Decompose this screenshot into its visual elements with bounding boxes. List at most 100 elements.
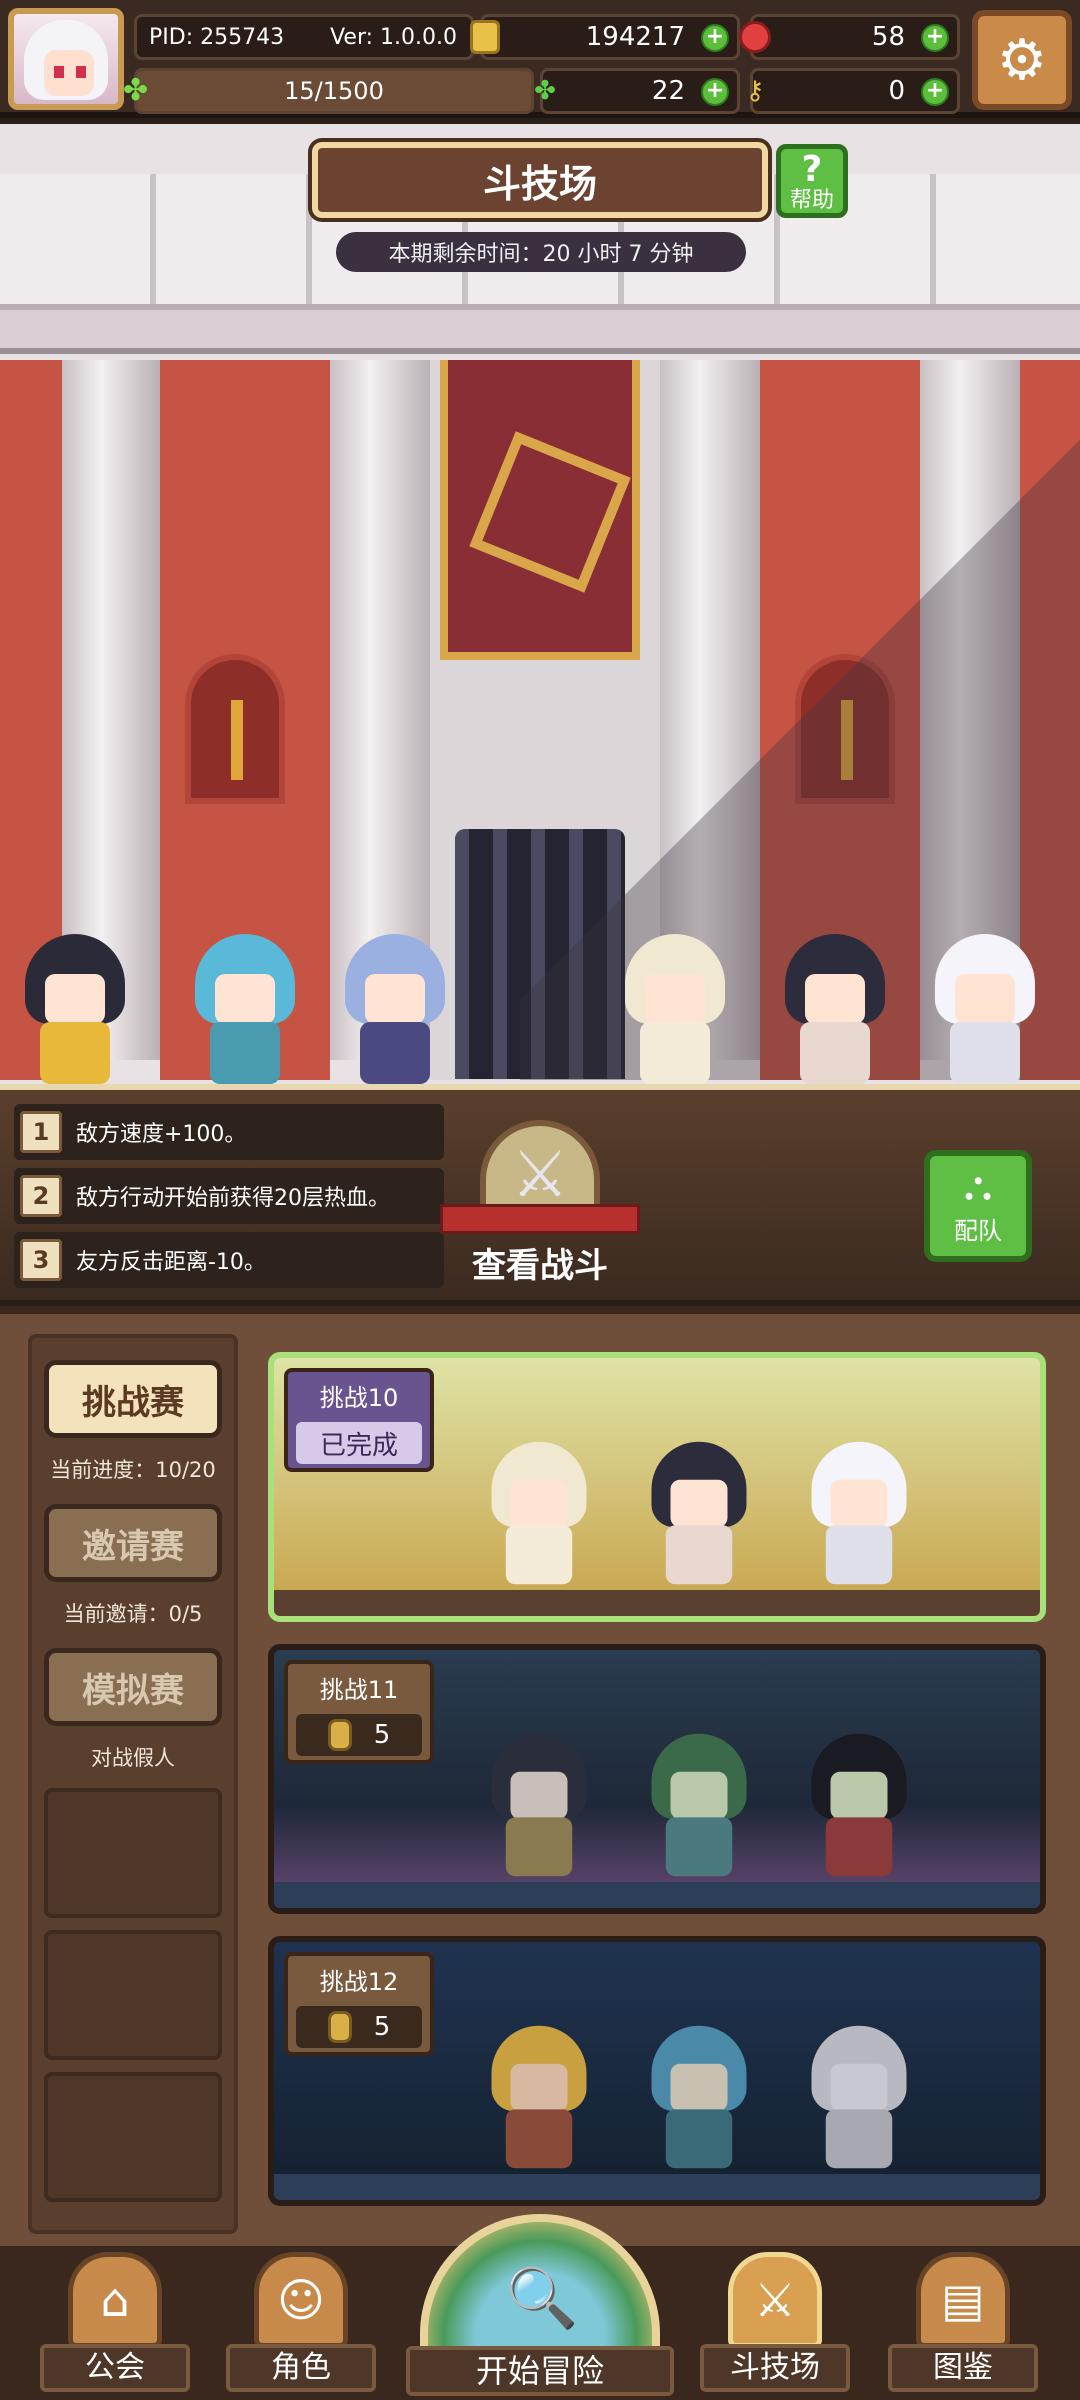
start-adventure-button[interactable]: 🔍 开始冒险	[406, 2214, 674, 2400]
enemy-dark-cat-warrior	[477, 1733, 601, 1877]
add-gem-button[interactable]: +	[921, 24, 949, 52]
avatar-eye-right	[76, 66, 86, 78]
team-setup-button[interactable]: ⛬ 配队	[924, 1150, 1032, 1262]
energy-value: 15/1500	[284, 77, 384, 105]
hero-body	[665, 2109, 733, 2169]
hero-body	[505, 2109, 573, 2169]
gold-value: 194217	[585, 22, 685, 52]
hero-mushroom-mage	[180, 934, 310, 1084]
nav-character[interactable]: ☺ 角色	[226, 2252, 376, 2396]
invitation-count: 当前邀请：0/5	[63, 1602, 203, 1626]
hero-face	[510, 1479, 568, 1528]
hero-body	[825, 1525, 893, 1585]
card-floor	[274, 1590, 1040, 1616]
empty-mode-slot	[44, 1788, 222, 1918]
add-gold-button[interactable]: +	[701, 24, 729, 52]
hero-face	[670, 2063, 728, 2112]
completed-badge: 已完成	[296, 1422, 422, 1464]
card-floor	[274, 2174, 1040, 2200]
help-label: 帮助	[789, 188, 834, 213]
hero-face	[45, 974, 105, 1024]
coin-icon	[467, 19, 503, 55]
enemy-golden-warrior	[477, 2025, 601, 2169]
clover-value: 22	[651, 76, 685, 106]
simulation-description: 对战假人	[91, 1746, 175, 1770]
settings-button[interactable]: ⚙	[972, 10, 1072, 110]
hero-body	[505, 1525, 573, 1585]
nav-codex-label: 图鉴	[888, 2344, 1038, 2392]
challenge-tag: 挑战12 5	[284, 1952, 434, 2056]
energy-bar[interactable]: ✤ 15/1500	[123, 68, 534, 114]
medal-icon	[327, 1719, 352, 1751]
top-status-bar: PID: 255743 Ver: 1.0.0.0 ✤ 15/1500 19421…	[0, 0, 1080, 118]
challenge-tag: 挑战11 5	[284, 1660, 434, 1764]
challenge-card-11[interactable]: 挑战11 5	[268, 1644, 1046, 1914]
crossed-swords-icon: ⚔	[728, 2252, 822, 2348]
start-adventure-label: 开始冒险	[406, 2346, 674, 2396]
hero-body	[505, 1817, 573, 1877]
add-clover-button[interactable]: +	[701, 78, 729, 106]
gold-counter: 194217 +	[470, 14, 740, 60]
challenge-card-10[interactable]: 挑战10 已完成	[268, 1352, 1046, 1622]
card-floor	[274, 1882, 1040, 1908]
hero-face	[670, 1479, 728, 1528]
clover-energy-icon: ✤	[123, 73, 149, 108]
medal-icon	[327, 2011, 352, 2043]
challenge-name: 挑战11	[319, 1676, 399, 1704]
enemy-top-hat-magician	[797, 1733, 921, 1877]
view-battle-button[interactable]: ⚔ 查看战斗	[440, 1120, 640, 1290]
modifier-row: 2 敌方行动开始前获得20层热血。	[14, 1168, 444, 1224]
hero-face	[510, 1771, 568, 1820]
nav-guild[interactable]: ⌂ 公会	[40, 2252, 190, 2396]
arena-scene: 斗技场 ? 帮助 本期剩余时间：20 小时 7 分钟	[0, 124, 1080, 1090]
gem-value: 58	[871, 22, 905, 52]
enemy-wolf-girl	[770, 934, 900, 1084]
avatar-eye-left	[54, 66, 64, 78]
view-battle-label: 查看战斗	[472, 1246, 608, 1286]
mode-tab-simulation[interactable]: 模拟赛	[44, 1648, 222, 1726]
emblem-ribbon	[440, 1204, 640, 1234]
hero-spear-girl	[330, 934, 460, 1084]
add-key-button[interactable]: +	[921, 78, 949, 106]
enemy-white-cat-gunner	[797, 1441, 921, 1585]
character-face-icon: ☺	[254, 2252, 348, 2348]
key-icon: ⚷	[745, 76, 765, 106]
hero-face	[830, 1479, 888, 1528]
challenge-name: 挑战12	[319, 1968, 399, 1996]
hero-body	[360, 1022, 430, 1084]
hero-body	[40, 1022, 110, 1084]
mode-tab-invitational[interactable]: 邀请赛	[44, 1504, 222, 1582]
help-button[interactable]: ? 帮助	[776, 144, 848, 218]
guild-house-icon: ⌂	[68, 2252, 162, 2348]
challenge-progress: 当前进度：10/20	[50, 1458, 216, 1482]
hero-face	[830, 1771, 888, 1820]
enemy-white-cat-gunner	[920, 934, 1050, 1084]
modifier-number: 1	[20, 1111, 62, 1153]
nav-codex[interactable]: ▤ 图鉴	[888, 2252, 1038, 2396]
hero-witch	[10, 934, 140, 1084]
nav-arena[interactable]: ⚔ 斗技场	[700, 2252, 850, 2396]
mode-tab-challenge[interactable]: 挑战赛	[44, 1360, 222, 1438]
modifier-row: 3 友方反击距离-10。	[14, 1232, 444, 1288]
enemy-cat-priestess	[477, 1441, 601, 1585]
enemy-wolf-girl	[637, 1441, 761, 1585]
empty-mode-slot	[44, 2072, 222, 2202]
team-icon: ⛬	[964, 1163, 992, 1209]
clover-counter: ✤ 22 +	[534, 68, 740, 114]
cost-value: 5	[373, 1720, 391, 1750]
player-avatar[interactable]	[8, 8, 124, 110]
avatar-face	[44, 50, 94, 96]
mode-sidebar: 挑战赛 当前进度：10/20 邀请赛 当前邀请：0/5 模拟赛 对战假人	[28, 1334, 238, 2234]
cost-value: 5	[373, 2012, 391, 2042]
challenge-card-12[interactable]: 挑战12 5	[268, 1936, 1046, 2206]
gem-counter: 58 +	[739, 14, 960, 60]
challenge-panel: 挑战赛 当前进度：10/20 邀请赛 当前邀请：0/5 模拟赛 对战假人 挑战1…	[0, 1306, 1080, 2246]
challenge-name: 挑战10	[319, 1384, 399, 1412]
hero-face	[670, 1771, 728, 1820]
ruby-icon	[737, 19, 773, 55]
hero-body	[665, 1525, 733, 1585]
hero-body	[665, 1817, 733, 1877]
hero-face	[645, 974, 705, 1024]
hero-face	[215, 974, 275, 1024]
gear-icon: ⚙	[996, 27, 1048, 93]
